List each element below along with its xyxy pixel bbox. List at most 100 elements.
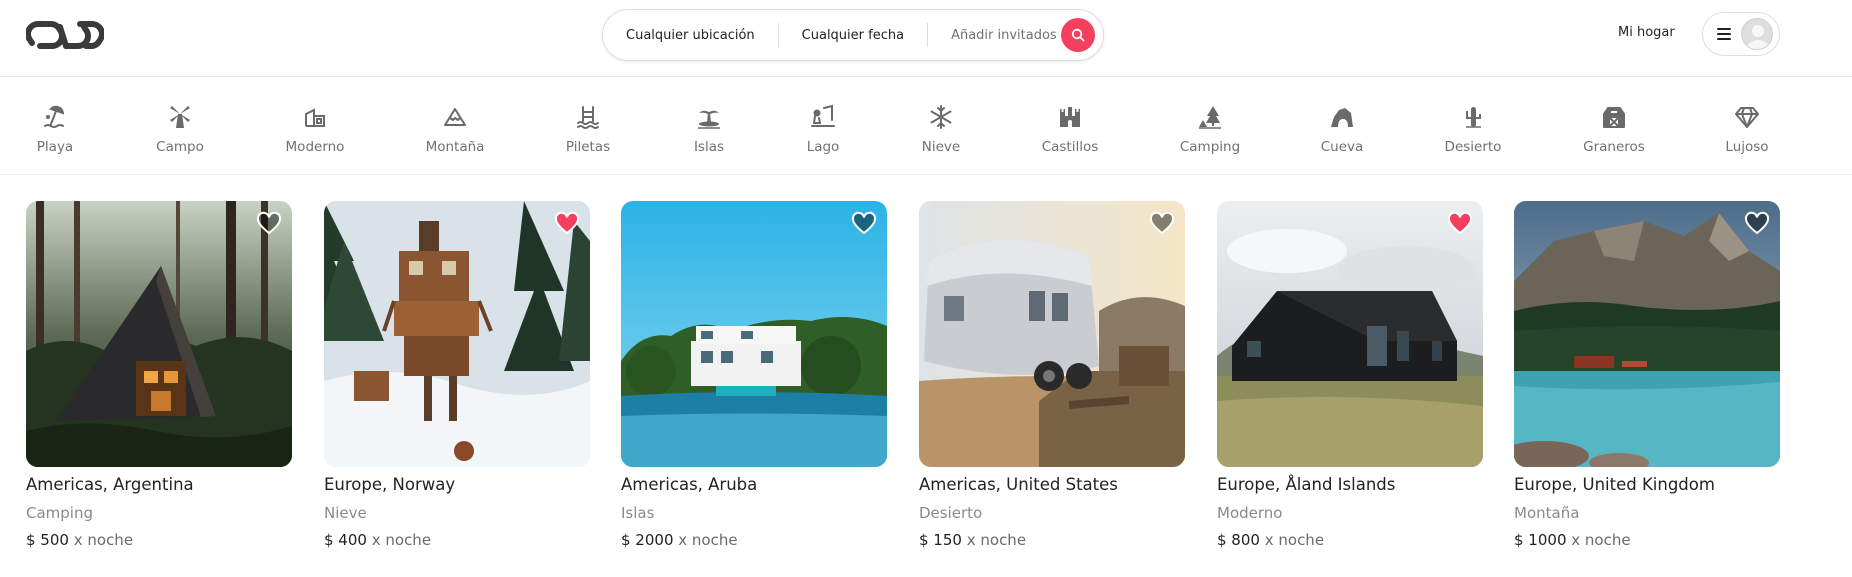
price-unit: x noche <box>678 531 738 549</box>
category-castillos[interactable]: Castillos <box>1020 104 1120 155</box>
heart-icon[interactable] <box>1744 211 1770 237</box>
search-icon <box>1071 28 1085 42</box>
listing-price: $ 1000 x noche <box>1514 531 1780 549</box>
category-campo[interactable]: Campo <box>130 104 230 155</box>
category-label: Desierto <box>1444 139 1502 155</box>
category-label: Nieve <box>921 139 961 155</box>
category-playa[interactable]: Playa <box>5 104 105 155</box>
pool-icon <box>577 106 599 129</box>
category-label: Graneros <box>1583 139 1645 155</box>
category-nieve[interactable]: Nieve <box>891 104 991 155</box>
price-unit: x noche <box>1571 531 1631 549</box>
price-unit: x noche <box>371 531 432 549</box>
search-divider <box>777 23 779 47</box>
category-label: Lago <box>806 139 840 155</box>
host-link[interactable]: Mi hogar <box>1618 25 1675 40</box>
snowflake-icon <box>930 105 952 129</box>
listing-photo[interactable] <box>324 201 590 467</box>
category-graneros[interactable]: Graneros <box>1564 104 1664 155</box>
price-amount: $ 500 <box>26 531 69 549</box>
listing-price: $ 150 x noche <box>919 531 1185 549</box>
listing-location: Americas, Argentina <box>26 475 194 494</box>
windmill-icon <box>170 106 190 128</box>
heart-icon[interactable] <box>1149 211 1175 237</box>
listing-location: Americas, Aruba <box>621 475 758 494</box>
price-unit: x noche <box>966 531 1027 549</box>
castle-icon <box>1060 107 1080 127</box>
beach-icon <box>44 105 65 128</box>
listing-card[interactable]: Europe, Norway Nieve $ 400 x noche <box>324 201 590 549</box>
listing-category: Camping <box>26 504 93 522</box>
listing-card[interactable]: Europe, United Kingdom Montaña $ 1000 x … <box>1514 201 1780 549</box>
listing-category: Desierto <box>919 504 983 522</box>
category-lago[interactable]: Lago <box>773 104 873 155</box>
listing-price: $ 800 x noche <box>1217 531 1483 549</box>
category-label: Islas <box>693 139 725 155</box>
listing-card[interactable]: Americas, Aruba Islas $ 2000 x noche <box>621 201 887 549</box>
category-lujoso[interactable]: Lujoso <box>1697 104 1797 155</box>
listing-location: Europe, United Kingdom <box>1514 475 1715 494</box>
heart-icon[interactable] <box>554 211 580 237</box>
modern-house-icon <box>305 108 325 127</box>
category-label: Lujoso <box>1725 139 1769 155</box>
listing-card[interactable]: Europe, Åland Islands Moderno $ 800 x no… <box>1217 201 1483 549</box>
listing-price: $ 2000 x noche <box>621 531 887 549</box>
price-unit: x noche <box>73 531 134 549</box>
island-icon <box>698 110 720 129</box>
listing-location: Europe, Norway <box>324 475 456 494</box>
category-camping[interactable]: Camping <box>1160 104 1260 155</box>
category-montana[interactable]: Montaña <box>405 104 505 155</box>
category-label: Camping <box>1179 139 1241 155</box>
listing-photo[interactable] <box>1514 201 1780 467</box>
heart-icon[interactable] <box>256 211 282 237</box>
listing-card[interactable]: Americas, Argentina Camping $ 500 x noch… <box>26 201 292 549</box>
heart-icon[interactable] <box>851 211 877 237</box>
category-piletas[interactable]: Piletas <box>538 104 638 155</box>
listing-category: Moderno <box>1217 504 1283 522</box>
diamond-icon <box>1735 107 1759 128</box>
price-amount: $ 1000 <box>1514 531 1567 549</box>
listing-category: Nieve <box>324 504 367 522</box>
listing-price: $ 500 x noche <box>26 531 292 549</box>
category-islas[interactable]: Islas <box>659 104 759 155</box>
category-desierto[interactable]: Desierto <box>1423 104 1523 155</box>
listing-photo[interactable] <box>26 201 292 467</box>
avatar <box>1741 18 1773 50</box>
heart-icon[interactable] <box>1447 211 1473 237</box>
category-label: Moderno <box>285 139 345 155</box>
search-button[interactable] <box>1061 18 1095 52</box>
search-date[interactable]: Cualquier fecha <box>802 28 904 43</box>
user-menu-button[interactable] <box>1702 12 1780 56</box>
listing-location: Americas, United States <box>919 475 1118 494</box>
price-amount: $ 2000 <box>621 531 674 549</box>
category-label: Piletas <box>565 139 611 155</box>
price-amount: $ 400 <box>324 531 367 549</box>
category-label: Campo <box>156 139 204 155</box>
logo-icon[interactable] <box>25 19 105 51</box>
mountain-icon <box>444 108 466 126</box>
search-guests[interactable]: Añadir invitados <box>951 28 1057 43</box>
listing-card[interactable]: Americas, United States Desierto $ 150 x… <box>919 201 1185 549</box>
listing-photo[interactable] <box>1217 201 1483 467</box>
lake-icon <box>811 104 835 127</box>
category-moderno[interactable]: Moderno <box>265 104 365 155</box>
search-bar[interactable]: Cualquier ubicación Cualquier fecha Añad… <box>602 9 1104 61</box>
header: Cualquier ubicación Cualquier fecha Añad… <box>0 0 1852 77</box>
price-amount: $ 150 <box>919 531 962 549</box>
listing-photo[interactable] <box>621 201 887 467</box>
cave-icon <box>1331 108 1353 127</box>
price-unit: x noche <box>1264 531 1325 549</box>
menu-icon <box>1717 28 1731 40</box>
category-label: Playa <box>36 139 74 155</box>
listing-photo[interactable] <box>919 201 1185 467</box>
camping-icon <box>1199 106 1221 129</box>
search-location[interactable]: Cualquier ubicación <box>626 28 755 43</box>
search-divider <box>927 23 929 47</box>
barn-icon <box>1603 107 1625 128</box>
listing-price: $ 400 x noche <box>324 531 590 549</box>
category-cueva[interactable]: Cueva <box>1292 104 1392 155</box>
category-label: Castillos <box>1041 139 1099 155</box>
category-label: Cueva <box>1320 139 1364 155</box>
cactus-icon <box>1466 107 1481 128</box>
price-amount: $ 800 <box>1217 531 1260 549</box>
